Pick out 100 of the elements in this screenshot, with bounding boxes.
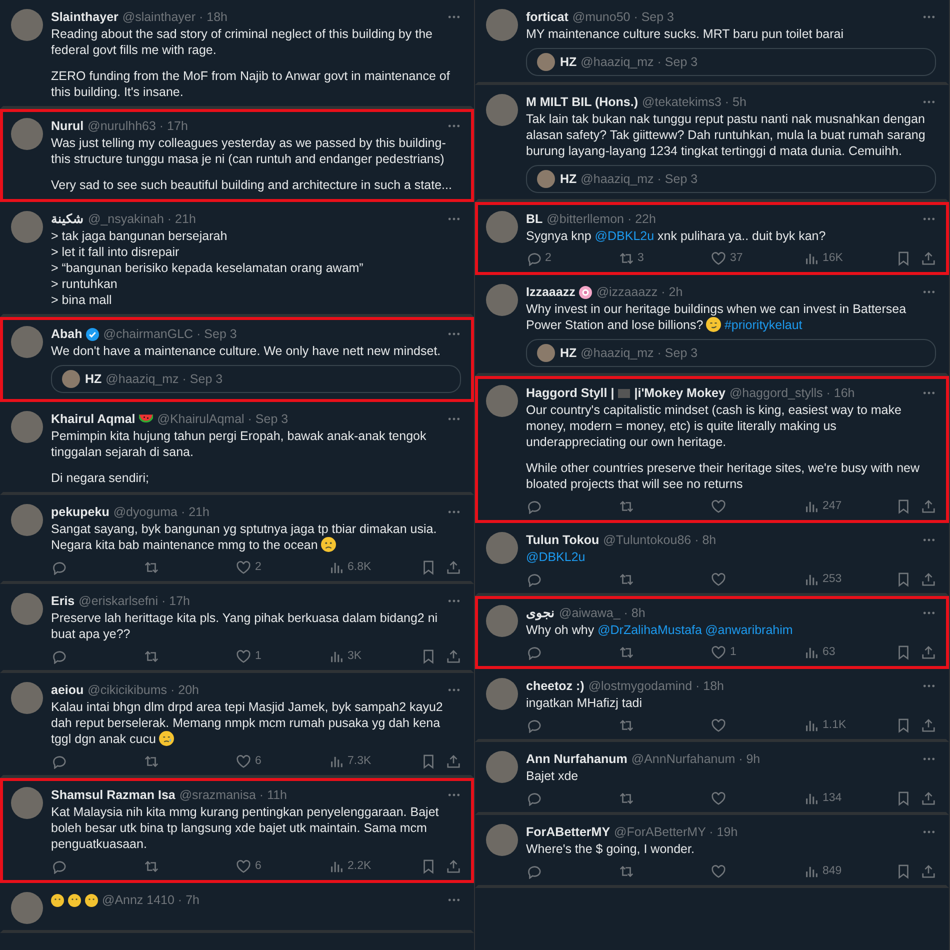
quoted-post[interactable]: HZ @haaziq_mz · Sep 3: [51, 365, 461, 393]
user-name: شكينة: [51, 211, 84, 227]
share-icon[interactable]: [921, 250, 936, 266]
bookmark-icon[interactable]: [896, 790, 911, 806]
bookmark-icon[interactable]: [896, 644, 911, 660]
avatar[interactable]: [11, 682, 43, 714]
views-button[interactable]: 134: [804, 790, 896, 806]
views-button[interactable]: 849: [804, 863, 896, 879]
views-button[interactable]: 7.3K: [328, 753, 421, 769]
hashtag-link[interactable]: #prioritykelaut: [724, 318, 802, 332]
handle-and-time: @haaziq_mz · Sep 3: [106, 371, 223, 387]
views-button[interactable]: 63: [804, 644, 896, 660]
quoted-post[interactable]: HZ @haaziq_mz · Sep 3: [526, 339, 936, 367]
share-icon[interactable]: [921, 572, 936, 586]
share-icon[interactable]: [446, 858, 461, 874]
quoted-post[interactable]: HZ @haaziq_mz · Sep 3: [526, 48, 936, 76]
views-button[interactable]: 3K: [328, 648, 421, 664]
user-name: Slainthayer: [51, 9, 118, 25]
avatar[interactable]: [486, 824, 518, 856]
heart-icon: [236, 648, 251, 664]
views-button[interactable]: 16K: [804, 250, 896, 266]
views-button[interactable]: 247: [804, 498, 896, 514]
share-icon[interactable]: [446, 648, 461, 664]
user-name: cheetoz :): [526, 678, 584, 694]
views-button[interactable]: 1.1K: [804, 717, 896, 733]
avatar[interactable]: [486, 94, 518, 126]
reply-icon: [526, 790, 541, 806]
like-button[interactable]: 37: [711, 250, 804, 266]
bookmark-icon[interactable]: [421, 858, 436, 874]
like-button[interactable]: 1: [711, 644, 804, 660]
bookmark-icon[interactable]: [896, 572, 911, 586]
like-button[interactable]: 2: [236, 559, 328, 575]
handle-and-time: @chairmanGLC · Sep 3: [103, 326, 237, 342]
avatar[interactable]: [486, 678, 518, 710]
avatar[interactable]: [11, 787, 43, 819]
mention-link[interactable]: @anwaribrahim: [705, 623, 793, 637]
avatar[interactable]: [11, 411, 43, 443]
retweet-button[interactable]: 3: [618, 250, 711, 266]
mention-link[interactable]: @DBKL2u: [594, 229, 654, 243]
share-icon[interactable]: [921, 864, 936, 878]
retweet-icon: [618, 718, 634, 732]
avatar[interactable]: [486, 9, 518, 41]
bookmark-icon[interactable]: [896, 864, 911, 878]
like-button[interactable]: 6: [236, 858, 328, 874]
avatar[interactable]: [486, 751, 518, 783]
handle-and-time: @lostmygodamind · 18h: [588, 678, 724, 694]
user-name: forticat: [526, 9, 568, 25]
views-button[interactable]: 253: [804, 571, 896, 587]
bookmark-icon[interactable]: [421, 648, 436, 664]
avatar[interactable]: [11, 326, 43, 358]
post-text: MY maintenance culture sucks. MRT baru pun toilet barai: [526, 26, 845, 42]
avatar[interactable]: [486, 284, 518, 316]
avatar[interactable]: [486, 605, 518, 637]
avatar[interactable]: [486, 211, 518, 243]
post-text: We don't have a maintenance culture. We only have nett new mindset.: [51, 343, 442, 359]
flag-icon: [618, 386, 630, 400]
avatar[interactable]: [11, 892, 43, 924]
reply-icon: [51, 754, 66, 768]
mention-link[interactable]: @DrZalihaMustafa: [598, 623, 702, 637]
bookmark-icon[interactable]: [896, 718, 911, 732]
retweet-icon: [144, 754, 158, 768]
sad-face-icon: [320, 537, 336, 552]
handle-and-time: @haaziq_mz · Sep 3: [580, 171, 698, 187]
reply-button[interactable]: 2: [526, 250, 618, 266]
like-button[interactable]: 6: [236, 753, 328, 769]
share-icon[interactable]: [446, 754, 461, 768]
avatar[interactable]: [11, 9, 43, 41]
avatar[interactable]: [11, 593, 43, 625]
bookmark-icon[interactable]: [896, 250, 911, 266]
reply-icon: [526, 572, 541, 586]
avatar[interactable]: [486, 385, 518, 417]
views-button[interactable]: 2.2K: [328, 858, 421, 874]
share-icon[interactable]: [921, 718, 936, 732]
share-icon[interactable]: [921, 498, 936, 514]
handle-and-time: @haggord_stylls · 16h: [729, 385, 855, 401]
mention-link[interactable]: @DBKL2u: [526, 550, 586, 564]
share-icon[interactable]: [446, 560, 461, 574]
user-name: Nurul: [51, 118, 84, 134]
post-text: Tak lain tak bukan nak tunggu reput pastu nanti nak musnahkan dengan alasan safety? Tak giitteww? Dah runtuhkan, mula la buat rumah sarang burung layang-layang 1234 tingkat tertinggi d mata dunia. Cemuihh.: [526, 111, 926, 159]
avatar[interactable]: [11, 504, 43, 536]
user-name: Ann Nurfahanum: [526, 751, 628, 767]
bookmark-icon[interactable]: [421, 754, 436, 768]
avatar[interactable]: [486, 532, 518, 564]
retweet-icon: [618, 644, 634, 660]
post-text: Di negara sendiri;: [51, 470, 150, 486]
avatar[interactable]: [11, 118, 43, 150]
bookmark-icon[interactable]: [421, 560, 436, 574]
like-button[interactable]: 1: [236, 648, 328, 664]
handle-and-time: @dyoguma · 21h: [113, 504, 210, 520]
user-name: BL: [526, 211, 543, 227]
handle-and-time: @muno50 · Sep 3: [572, 9, 674, 25]
share-icon[interactable]: [921, 790, 936, 806]
quoted-post[interactable]: HZ @haaziq_mz · Sep 3: [526, 165, 936, 193]
bookmark-icon[interactable]: [896, 498, 911, 514]
share-icon[interactable]: [921, 644, 936, 660]
heart-icon: [711, 790, 726, 806]
views-button[interactable]: 6.8K: [328, 559, 421, 575]
avatar[interactable]: [11, 211, 43, 243]
user-name: HZ: [560, 54, 577, 70]
handle-and-time: @KhairulAqmal · Sep 3: [157, 411, 288, 427]
